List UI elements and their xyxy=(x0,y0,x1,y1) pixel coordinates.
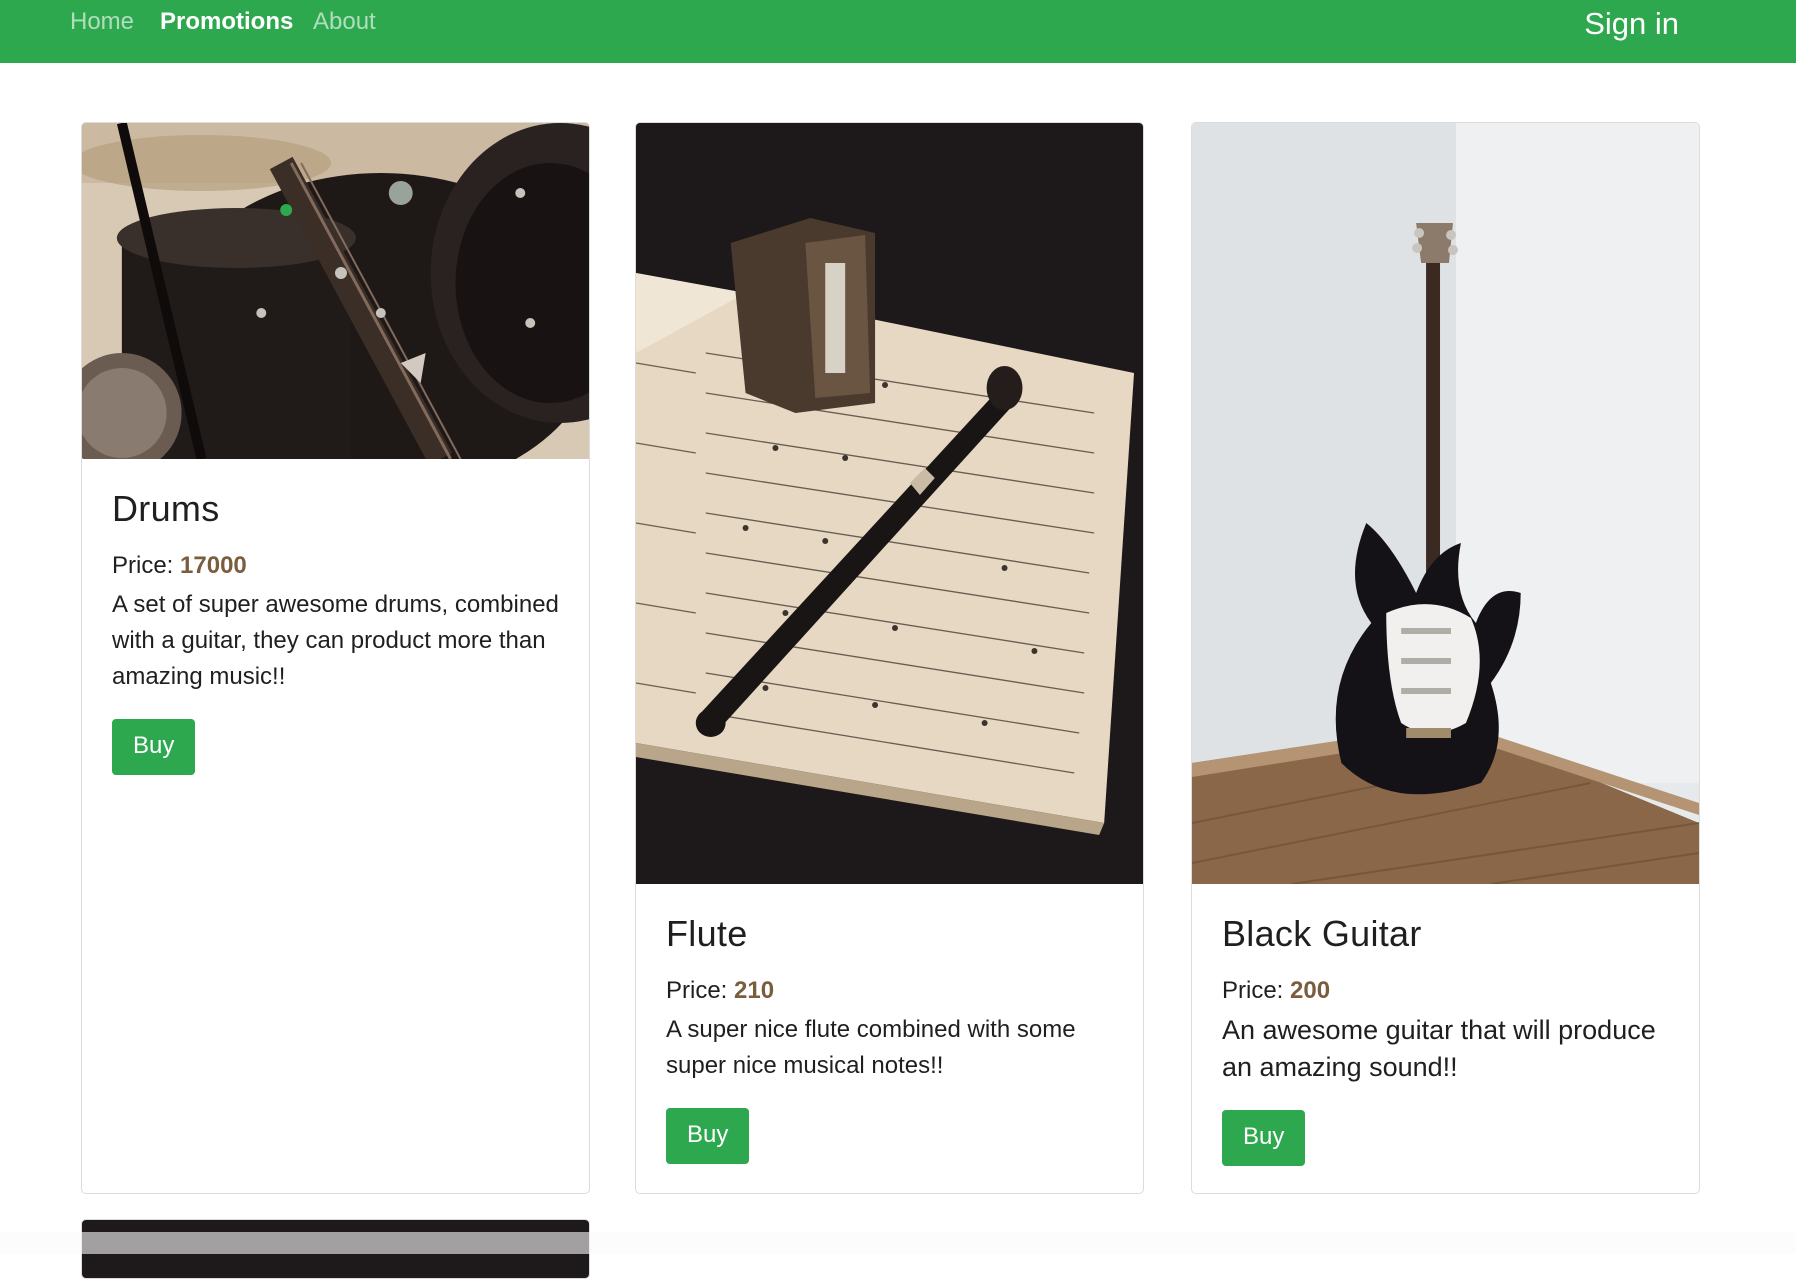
product-card-drums: Drums Price: 17000 A set of super awesom… xyxy=(81,122,590,1194)
card-title: Flute xyxy=(666,913,748,954)
drums-card-body: Drums Price: 17000 A set of super awesom… xyxy=(112,489,563,775)
price-line: Price: 17000 xyxy=(112,551,563,581)
top-navbar: Home Promotions About Sign in xyxy=(0,0,1796,63)
sign-in-link[interactable]: Sign in xyxy=(1584,7,1679,41)
card-description: An awesome guitar that will produce an a… xyxy=(1222,1015,1656,1082)
card-title: Drums xyxy=(112,488,220,529)
card-description: A set of super awesome drums, combined w… xyxy=(112,591,559,690)
product-card-black-guitar: Black Guitar Price: 200 An awesome guita… xyxy=(1191,122,1700,1194)
drums-image xyxy=(82,123,589,459)
flute-image xyxy=(636,123,1143,884)
price-line: Price: 200 xyxy=(1222,976,1673,1006)
buy-button[interactable]: Buy xyxy=(666,1108,750,1164)
bottom-fade xyxy=(0,1232,1796,1254)
product-card-flute: Flute Price: 210 A super nice flute comb… xyxy=(635,122,1144,1194)
buy-button[interactable]: Buy xyxy=(112,719,196,775)
buy-button[interactable]: Buy xyxy=(1222,1110,1306,1166)
black-guitar-card-body: Black Guitar Price: 200 An awesome guita… xyxy=(1222,914,1673,1166)
black-guitar-image xyxy=(1192,123,1699,884)
card-description: A super nice flute combined with some su… xyxy=(666,1016,1076,1079)
nav-about-link[interactable]: About xyxy=(313,8,376,36)
price-line: Price: 210 xyxy=(666,976,1117,1006)
nav-home-link[interactable]: Home xyxy=(70,8,134,36)
price-value: 200 xyxy=(1290,977,1331,1004)
flute-card-body: Flute Price: 210 A super nice flute comb… xyxy=(666,914,1117,1164)
nav-promotions-link[interactable]: Promotions xyxy=(160,8,293,36)
price-value: 210 xyxy=(734,977,775,1004)
price-label: Price: xyxy=(666,977,728,1004)
price-label: Price: xyxy=(112,552,174,579)
price-value: 17000 xyxy=(180,552,247,579)
price-label: Price: xyxy=(1222,977,1284,1004)
card-title: Black Guitar xyxy=(1222,913,1422,954)
